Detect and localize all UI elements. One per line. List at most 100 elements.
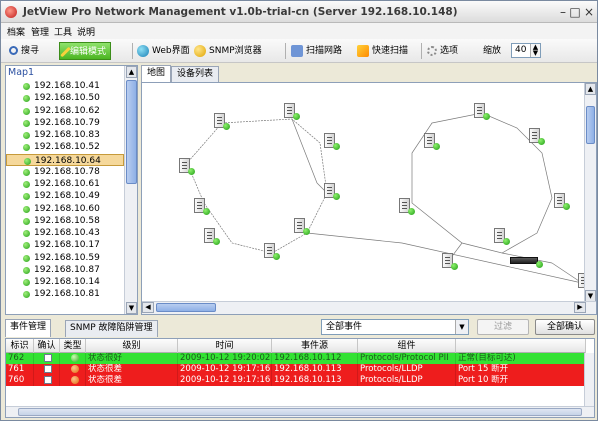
close-button[interactable]: × bbox=[581, 4, 597, 20]
toolbar: 搜寻 编辑模式 Web界面 SNMP浏览器 扫描网路 快速扫描 选项 缩放 40… bbox=[1, 39, 597, 63]
tree-list: 192.168.10.41 192.168.10.50 192.168.10.62 1… bbox=[6, 80, 124, 301]
scroll-right-icon[interactable]: ▶ bbox=[574, 302, 586, 313]
tree-item[interactable]: 192.168.10.49 bbox=[6, 190, 124, 202]
event-time: 2009-10-12 19:17:16 bbox=[180, 364, 272, 375]
device-node[interactable] bbox=[202, 228, 222, 250]
tree-item[interactable]: 192.168.10.41 bbox=[6, 80, 124, 92]
chevron-down-icon[interactable]: ▼ bbox=[455, 320, 468, 334]
event-row[interactable]: 762 状态很好 2009-10-12 19:20:02 192.168.10.112… bbox=[6, 353, 586, 364]
tree-item[interactable]: 192.168.10.61 bbox=[6, 178, 124, 190]
map-horizontal-scrollbar[interactable]: ◀ ▶ bbox=[142, 301, 596, 314]
menu-help[interactable]: 说明 bbox=[77, 25, 95, 38]
menu-file[interactable]: 档案 bbox=[7, 25, 25, 38]
topology-map[interactable]: ▲ ▼ ◀ ▶ bbox=[141, 82, 597, 315]
tree-item[interactable]: 192.168.10.83 bbox=[6, 129, 124, 141]
scroll-thumb[interactable] bbox=[586, 106, 595, 144]
zoom-spinner[interactable]: 40 ▲ ▼ bbox=[511, 43, 541, 58]
tree-item[interactable]: 192.168.10.87 bbox=[6, 264, 124, 276]
device-node[interactable] bbox=[282, 103, 302, 125]
scroll-up-icon[interactable]: ▲ bbox=[126, 66, 137, 78]
device-node[interactable] bbox=[397, 198, 417, 220]
status-ok-icon bbox=[23, 266, 30, 274]
snmp-browser-button[interactable]: SNMP浏览器 bbox=[194, 42, 262, 60]
device-node[interactable] bbox=[212, 113, 232, 135]
device-node[interactable] bbox=[492, 228, 512, 250]
map-vertical-scrollbar[interactable]: ▲ ▼ bbox=[584, 83, 596, 302]
severity-icon bbox=[71, 365, 79, 373]
scroll-thumb[interactable] bbox=[156, 303, 216, 312]
event-source: 192.168.10.113 bbox=[272, 364, 358, 375]
device-node[interactable] bbox=[527, 128, 547, 150]
tree-item[interactable]: 192.168.10.52 bbox=[6, 141, 124, 153]
tree-item[interactable]: 192.168.10.14 bbox=[6, 276, 124, 288]
device-node[interactable] bbox=[192, 198, 212, 220]
device-node[interactable] bbox=[440, 253, 460, 275]
ack-checkbox[interactable] bbox=[44, 354, 52, 362]
device-node[interactable] bbox=[472, 103, 492, 125]
device-node[interactable] bbox=[262, 243, 282, 265]
scan-subnet-button[interactable]: 扫描网路 bbox=[291, 42, 342, 60]
event-row[interactable]: 760 状态很差 2009-10-12 19:17:16 192.168.10.113… bbox=[6, 375, 586, 386]
tree-item[interactable]: 192.168.10.64 bbox=[6, 153, 124, 166]
device-node[interactable] bbox=[177, 158, 197, 180]
filter-button[interactable]: 过滤 bbox=[477, 319, 529, 335]
col-component[interactable]: 组件 bbox=[358, 339, 456, 353]
lightning-icon bbox=[357, 44, 369, 57]
tree-item[interactable]: 192.168.10.60 bbox=[6, 203, 124, 215]
col-source[interactable]: 事件源 bbox=[272, 339, 358, 353]
scroll-thumb[interactable] bbox=[126, 80, 137, 184]
device-node[interactable] bbox=[292, 218, 312, 240]
tab-snmp-trap[interactable]: SNMP 故障陷阱管理 bbox=[65, 320, 158, 337]
tree-item[interactable]: 192.168.10.58 bbox=[6, 215, 124, 227]
menu-manage[interactable]: 管理 bbox=[31, 25, 49, 38]
tree-item-label: 192.168.10.14 bbox=[34, 277, 100, 287]
event-horizontal-scrollbar[interactable] bbox=[6, 406, 594, 417]
device-node[interactable] bbox=[422, 133, 442, 155]
tree-item[interactable]: 192.168.10.59 bbox=[6, 252, 124, 264]
col-type[interactable]: 类型 bbox=[60, 339, 86, 353]
type-cell bbox=[60, 353, 86, 364]
ack-checkbox[interactable] bbox=[44, 376, 52, 384]
spinner-arrows-icon[interactable]: ▲ ▼ bbox=[530, 44, 540, 57]
ack-checkbox[interactable] bbox=[44, 365, 52, 373]
tree-item[interactable]: 192.168.10.79 bbox=[6, 117, 124, 129]
event-id: 761 bbox=[6, 364, 34, 375]
scroll-thumb[interactable] bbox=[18, 408, 582, 416]
event-row[interactable]: 761 状态很差 2009-10-12 19:17:16 192.168.10.113… bbox=[6, 364, 586, 375]
scroll-down-icon[interactable]: ▼ bbox=[126, 302, 137, 314]
switch-node[interactable] bbox=[510, 251, 543, 273]
event-filter-select[interactable]: 全部事件 ▼ bbox=[321, 319, 469, 335]
col-time[interactable]: 时间 bbox=[178, 339, 272, 353]
col-level[interactable]: 级别 bbox=[86, 339, 178, 353]
quick-scan-button[interactable]: 快速扫描 bbox=[357, 42, 408, 60]
col-description[interactable] bbox=[456, 339, 586, 353]
search-button[interactable]: 搜寻 bbox=[9, 42, 39, 60]
severity-icon bbox=[71, 354, 79, 362]
device-node[interactable] bbox=[322, 183, 342, 205]
tree-item[interactable]: 192.168.10.78 bbox=[6, 166, 124, 178]
tab-device-list[interactable]: 设备列表 bbox=[171, 66, 220, 82]
tree-scrollbar[interactable]: ▲ ▼ bbox=[124, 66, 137, 314]
tree-item[interactable]: 192.168.10.81 bbox=[6, 288, 124, 300]
col-ack[interactable]: 确认 bbox=[34, 339, 60, 353]
status-ok-icon bbox=[23, 291, 30, 299]
tree-root-map[interactable]: Map1 bbox=[8, 67, 34, 78]
device-node[interactable] bbox=[322, 133, 342, 155]
device-node[interactable] bbox=[552, 193, 572, 215]
edit-mode-button[interactable]: 编辑模式 bbox=[59, 42, 112, 60]
tree-item[interactable]: 192.168.10.62 bbox=[6, 105, 124, 117]
tab-event-management[interactable]: 事件管理 bbox=[5, 319, 52, 337]
tree-item[interactable]: 192.168.10.43 bbox=[6, 227, 124, 239]
menu-bar: 档案 管理 工具 说明 bbox=[1, 23, 597, 39]
acknowledge-all-button[interactable]: 全部确认 bbox=[535, 319, 595, 335]
options-button[interactable]: 选项 bbox=[427, 42, 458, 60]
event-tab-bar: 事件管理 SNMP 故障陷阱管理 bbox=[5, 319, 205, 337]
scroll-up-icon[interactable]: ▲ bbox=[585, 83, 596, 95]
menu-tools[interactable]: 工具 bbox=[54, 25, 72, 38]
tab-map[interactable]: 地图 bbox=[141, 65, 172, 82]
col-id[interactable]: 标识 bbox=[6, 339, 34, 353]
tree-item[interactable]: 192.168.10.17 bbox=[6, 239, 124, 251]
web-ui-button[interactable]: Web界面 bbox=[137, 42, 190, 60]
scroll-left-icon[interactable]: ◀ bbox=[142, 302, 154, 313]
tree-item[interactable]: 192.168.10.50 bbox=[6, 92, 124, 104]
